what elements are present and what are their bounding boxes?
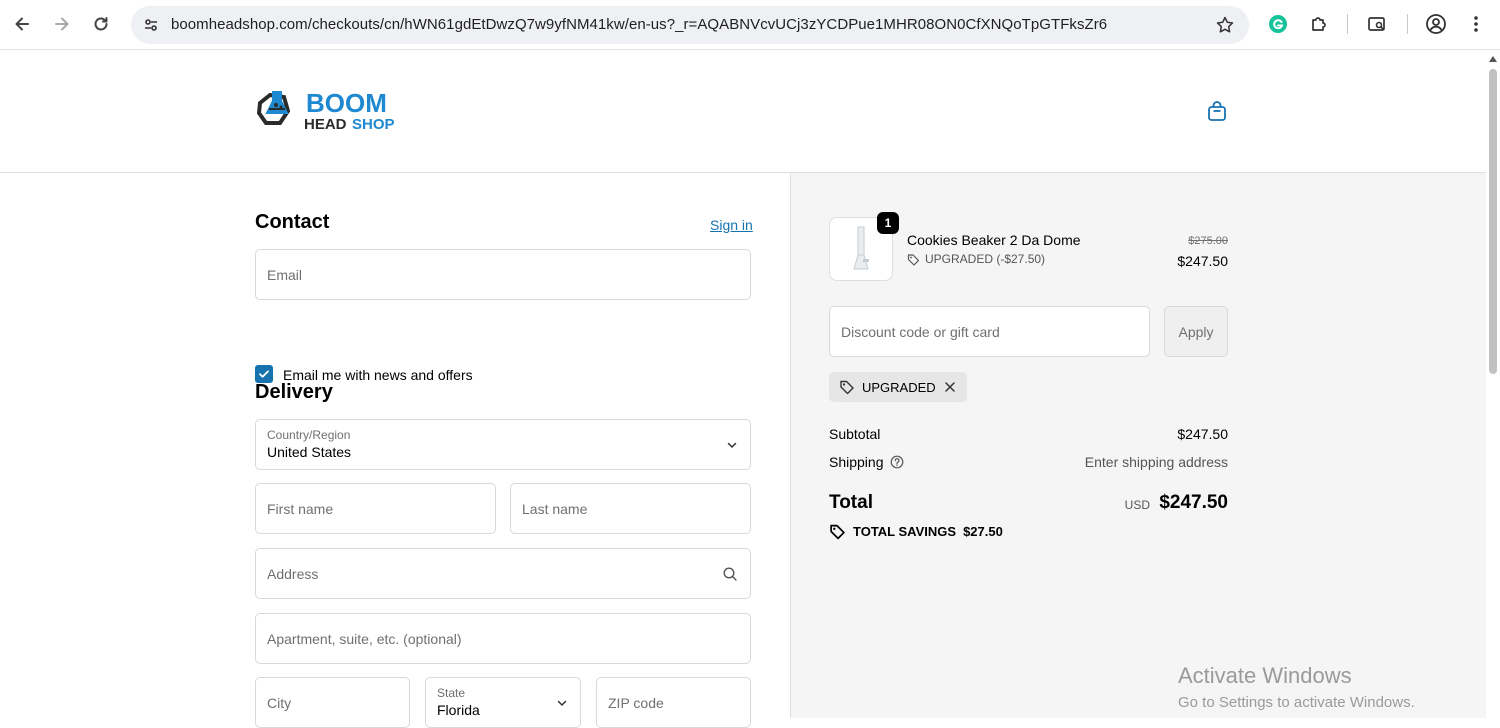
url-text: boomheadshop.com/checkouts/cn/hWN61gdEtD…	[171, 16, 1108, 33]
logo-text-head: HEAD	[304, 116, 347, 133]
browser-toolbar: boomheadshop.com/checkouts/cn/hWN61gdEtD…	[0, 0, 1500, 50]
address-placeholder: Address	[267, 565, 319, 582]
original-price: $275.00	[1188, 235, 1228, 247]
last-name-placeholder: Last name	[522, 500, 588, 517]
shipping-value: Enter shipping address	[1084, 454, 1228, 470]
product-name: Cookies Beaker 2 Da Dome	[907, 232, 1081, 248]
beaker-bong-image	[853, 226, 869, 270]
city-field[interactable]: City	[255, 677, 410, 728]
checkmark-icon	[259, 370, 269, 378]
discount-code-field[interactable]: Discount code or gift card	[829, 306, 1150, 357]
total-label: Total	[829, 492, 873, 513]
search-icon	[723, 566, 737, 581]
address-field[interactable]: Address	[255, 548, 751, 599]
boom-headshop-logo[interactable]: BOOM HEAD SHOP	[256, 85, 408, 137]
chevron-down-icon	[727, 442, 737, 448]
back-button[interactable]	[9, 11, 35, 37]
last-name-field[interactable]: Last name	[510, 483, 751, 534]
discount-code-placeholder: Discount code or gift card	[841, 323, 1000, 340]
product-discount-text: UPGRADED (-$27.50)	[925, 252, 1046, 266]
apply-button[interactable]: Apply	[1164, 306, 1228, 357]
subtotal-value: $247.50	[1177, 426, 1228, 442]
applied-discount-code: UPGRADED	[862, 379, 936, 395]
state-label: State	[437, 686, 466, 700]
savings-label: TOTAL SAVINGS	[853, 524, 957, 539]
quantity-badge: 1	[877, 212, 899, 234]
sign-in-link[interactable]: Sign in	[710, 217, 753, 233]
first-name-placeholder: First name	[267, 500, 334, 517]
chevron-down-icon	[557, 700, 567, 706]
first-name-field[interactable]: First name	[255, 483, 496, 534]
watermark-subtitle: Go to Settings to activate Windows.	[1178, 694, 1415, 711]
forward-button[interactable]	[49, 11, 75, 37]
email-placeholder: Email	[267, 266, 303, 283]
toolbar-divider	[1347, 14, 1348, 34]
tag-icon	[840, 380, 854, 395]
extension-grammarly-icon[interactable]	[1266, 12, 1290, 36]
country-select[interactable]: Country/Region United States	[255, 419, 751, 470]
reload-button[interactable]	[88, 11, 114, 37]
subtotal-label: Subtotal	[829, 426, 881, 442]
scrollbar-thumb[interactable]	[1489, 69, 1497, 374]
tune-icon	[145, 19, 157, 31]
total-value: $247.50	[1159, 492, 1228, 513]
order-summary-panel	[790, 173, 1486, 718]
product-discount: UPGRADED (-$27.50)	[907, 252, 1045, 266]
state-value: Florida	[437, 702, 480, 718]
tag-icon	[907, 253, 920, 266]
close-icon[interactable]	[943, 380, 957, 394]
city-placeholder: City	[267, 694, 292, 711]
currency-code: USD	[1124, 498, 1150, 512]
applied-discount-tag: UPGRADED	[829, 372, 967, 402]
extensions-puzzle-icon[interactable]	[1307, 12, 1331, 36]
checkout-page: BOOM HEAD SHOP Contact Sign in Email Ema…	[0, 51, 1486, 728]
total-savings: TOTAL SAVINGS $27.50	[829, 523, 1003, 540]
savings-value: $27.50	[963, 524, 1003, 539]
profile-icon[interactable]	[1424, 12, 1448, 36]
contact-heading: Contact	[255, 211, 330, 233]
delivery-heading: Delivery	[255, 381, 333, 403]
site-header: BOOM HEAD SHOP	[0, 51, 1486, 173]
reload-icon	[94, 17, 108, 31]
toolbar-divider	[1407, 14, 1408, 34]
logo-text-boom: BOOM	[306, 88, 387, 118]
apartment-placeholder: Apartment, suite, etc. (optional)	[267, 630, 462, 647]
site-info-button[interactable]	[139, 13, 163, 37]
product-price: $247.50	[1177, 253, 1228, 269]
email-field[interactable]: Email	[255, 249, 751, 300]
scroll-up-arrow-icon[interactable]	[1489, 56, 1497, 62]
tag-icon	[830, 524, 845, 540]
country-label: Country/Region	[267, 428, 351, 442]
back-arrow-icon	[15, 17, 29, 31]
watermark-title: Activate Windows	[1178, 663, 1352, 688]
shopping-bag-icon[interactable]	[1205, 99, 1229, 123]
shipping-label: Shipping	[829, 454, 884, 470]
shipping-row-label: Shipping	[829, 454, 904, 470]
page-scrollbar[interactable]	[1486, 51, 1500, 718]
bookmark-star-icon[interactable]	[1215, 15, 1235, 35]
country-value: United States	[267, 444, 352, 460]
browser-menu-icon[interactable]	[1464, 12, 1488, 36]
state-select[interactable]: State Florida	[425, 677, 581, 728]
apartment-field[interactable]: Apartment, suite, etc. (optional)	[255, 613, 751, 664]
address-bar[interactable]: boomheadshop.com/checkouts/cn/hWN61gdEtD…	[131, 6, 1249, 44]
forward-arrow-icon	[55, 17, 69, 31]
tab-search-icon[interactable]	[1365, 12, 1389, 36]
logo-mark-icon: BOOM HEAD SHOP	[256, 88, 395, 133]
windows-activation-watermark: Activate Windows Go to Settings to activ…	[1178, 663, 1415, 711]
zip-code-field[interactable]: ZIP code	[596, 677, 751, 728]
logo-text-shop: SHOP	[352, 116, 395, 133]
zip-code-placeholder: ZIP code	[608, 694, 664, 711]
help-circle-icon[interactable]	[890, 455, 904, 469]
